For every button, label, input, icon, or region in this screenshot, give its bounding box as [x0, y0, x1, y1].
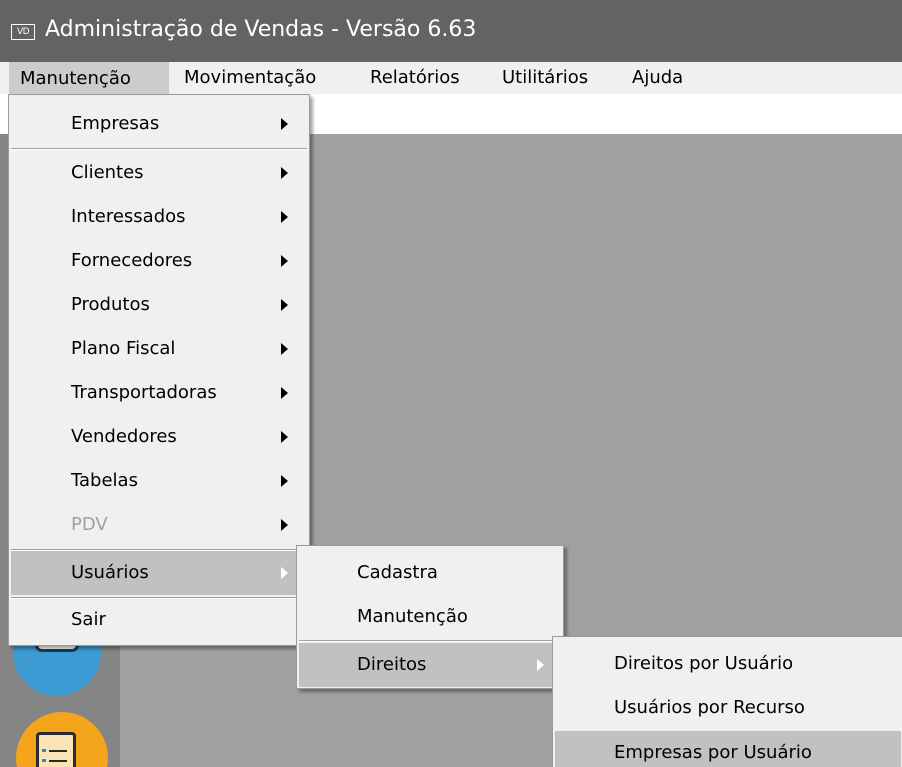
menu-item-empresas[interactable]: Empresas — [11, 102, 307, 146]
submenu-arrow-icon — [281, 567, 288, 579]
menu-item-produtos[interactable]: Produtos — [11, 283, 307, 327]
menu-ajuda[interactable]: Ajuda — [632, 62, 683, 94]
menu-item-label: Fornecedores — [71, 250, 193, 271]
menu-movimentacao[interactable]: Movimentação — [184, 62, 316, 94]
menu-item-label: Clientes — [71, 162, 144, 183]
menu-manutencao[interactable]: Manutenção — [9, 62, 169, 94]
menu-utilitarios[interactable]: Utilitários — [502, 62, 588, 94]
menu-item-label: PDV — [71, 514, 108, 535]
usuarios-submenu: Cadastra Manutenção Direitos — [296, 545, 564, 689]
menu-relatorios[interactable]: Relatórios — [370, 62, 460, 94]
menu-item-label: Produtos — [71, 294, 150, 315]
menu-item-usuarios[interactable]: Usuários — [11, 551, 307, 595]
menu-item-interessados[interactable]: Interessados — [11, 195, 307, 239]
menu-item-label: Transportadoras — [71, 382, 217, 403]
direitos-submenu: Direitos por Usuário Usuários por Recurs… — [552, 636, 902, 767]
menu-item-direitos[interactable]: Direitos — [299, 643, 561, 687]
submenu-arrow-icon — [281, 475, 288, 487]
submenu-arrow-icon — [537, 659, 544, 671]
submenu-arrow-icon — [281, 387, 288, 399]
submenu-arrow-icon — [281, 118, 288, 130]
menu-item-label: Plano Fiscal — [71, 338, 176, 359]
menu-item-empresas-por-usuario[interactable]: Empresas por Usuário — [555, 731, 901, 767]
submenu-arrow-icon — [281, 255, 288, 267]
menu-item-pdv[interactable]: PDV — [11, 503, 307, 547]
menu-item-label: Tabelas — [71, 470, 138, 491]
menu-item-plano-fiscal[interactable]: Plano Fiscal — [11, 327, 307, 371]
menu-item-label: Usuários — [71, 562, 149, 583]
menu-item-label: Empresas — [71, 113, 160, 134]
menu-item-transportadoras[interactable]: Transportadoras — [11, 371, 307, 415]
menu-item-vendedores[interactable]: Vendedores — [11, 415, 307, 459]
submenu-arrow-icon — [281, 211, 288, 223]
menu-item-fornecedores[interactable]: Fornecedores — [11, 239, 307, 283]
menu-item-usuarios-por-recurso[interactable]: Usuários por Recurso — [555, 686, 901, 730]
menu-separator — [11, 148, 307, 150]
manutencao-menu: Empresas Clientes Interessados Fornecedo… — [8, 94, 310, 646]
menu-item-label: Cadastra — [357, 562, 438, 583]
app-icon: VD — [11, 24, 35, 40]
menu-item-label: Direitos por Usuário — [614, 653, 794, 674]
submenu-arrow-icon — [281, 343, 288, 355]
menu-item-label: Usuários por Recurso — [614, 697, 805, 718]
menu-item-label: Manutenção — [357, 606, 468, 627]
title-bar: VD Administração de Vendas - Versão 6.63 — [0, 0, 902, 62]
menu-item-cadastra[interactable]: Cadastra — [299, 551, 561, 595]
menu-item-label: Vendedores — [71, 426, 177, 447]
menu-item-direitos-por-usuario[interactable]: Direitos por Usuário — [555, 642, 901, 686]
submenu-arrow-icon — [281, 167, 288, 179]
menu-item-sair[interactable]: Sair — [11, 598, 307, 642]
menu-item-label: Empresas por Usuário — [614, 742, 812, 763]
menu-item-clientes[interactable]: Clientes — [11, 151, 307, 195]
menu-item-label: Direitos — [357, 654, 427, 675]
submenu-arrow-icon — [281, 299, 288, 311]
menu-item-label: Sair — [71, 609, 106, 630]
menu-item-label: Interessados — [71, 206, 186, 227]
menu-separator — [299, 640, 561, 642]
menu-bar: Manutenção Movimentação Relatórios Utili… — [0, 62, 902, 94]
submenu-arrow-icon — [281, 519, 288, 531]
submenu-arrow-icon — [281, 431, 288, 443]
menu-item-tabelas[interactable]: Tabelas — [11, 459, 307, 503]
menu-item-manutencao[interactable]: Manutenção — [299, 595, 561, 639]
app-window: VD Administração de Vendas - Versão 6.63… — [0, 0, 902, 767]
window-title: Administração de Vendas - Versão 6.63 — [45, 17, 477, 42]
